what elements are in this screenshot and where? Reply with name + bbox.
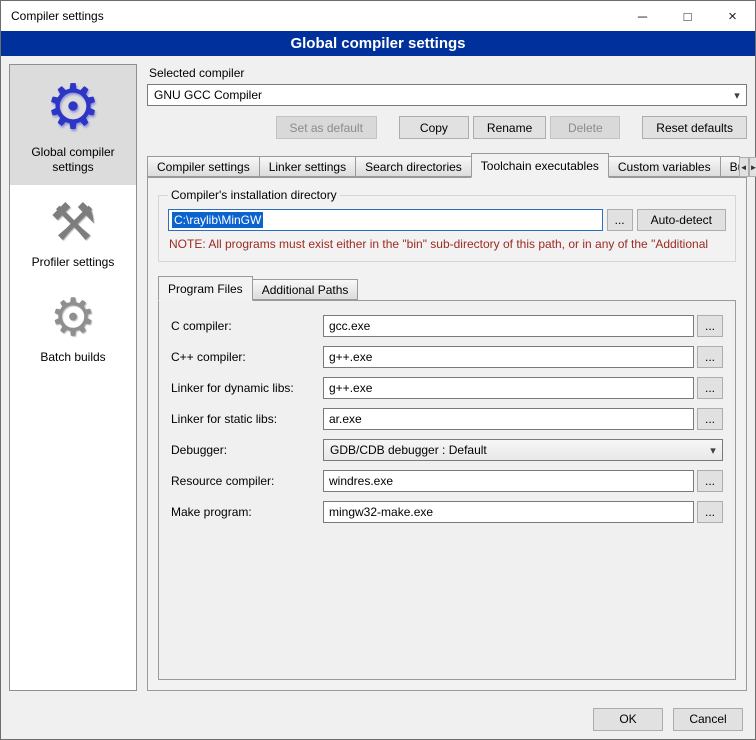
installation-directory-group-title: Compiler's installation directory [168, 188, 340, 202]
program-row: Debugger: GDB/CDB debugger : Default ▾ [171, 439, 723, 461]
dialog-footer: OK Cancel [1, 699, 755, 739]
dialog-body: ⚙ Global compiler settings ⚒ Profiler se… [1, 56, 755, 699]
installation-directory-browse-button[interactable]: ... [607, 209, 633, 231]
linker-static-label: Linker for static libs: [171, 412, 323, 426]
delete-button: Delete [550, 116, 620, 139]
linker-dynamic-browse-button[interactable]: ... [697, 377, 723, 399]
compiler-settings-dialog: Compiler settings ─ □ × Global compiler … [0, 0, 756, 740]
maximize-button[interactable]: □ [665, 1, 710, 31]
window-title: Compiler settings [1, 9, 620, 23]
ok-button[interactable]: OK [593, 708, 663, 731]
sidebar-item-label: Global compiler settings [13, 145, 133, 175]
cpp-compiler-browse-button[interactable]: ... [697, 346, 723, 368]
bin-subdirectory-note: NOTE: All programs must exist either in … [169, 237, 725, 251]
compiler-actions: Set as default Copy Rename Delete Reset … [147, 116, 747, 139]
program-files-panel: C compiler: ... C++ compiler: ... Linker… [158, 300, 736, 680]
close-button[interactable]: × [710, 1, 755, 31]
program-row: C compiler: ... [171, 315, 723, 337]
reset-defaults-button[interactable]: Reset defaults [642, 116, 747, 139]
installation-directory-selected-text: C:\raylib\MinGW [172, 212, 263, 228]
subtab-additional-paths[interactable]: Additional Paths [252, 279, 359, 300]
selected-compiler-label: Selected compiler [149, 66, 747, 80]
compiler-settings-tabs: Compiler settings Linker settings Search… [147, 153, 747, 177]
resource-compiler-label: Resource compiler: [171, 474, 323, 488]
tab-search-directories[interactable]: Search directories [355, 156, 472, 177]
sidebar-item-batch-builds[interactable]: ⚙ Batch builds [10, 280, 136, 375]
titlebar: Compiler settings ─ □ × [1, 1, 755, 31]
selected-compiler-value: GNU GCC Compiler [148, 88, 728, 102]
tab-scroll-right-button[interactable]: ► [749, 157, 756, 177]
tab-build-options-truncated[interactable]: Buil [720, 156, 740, 177]
minimize-button[interactable]: ─ [620, 1, 665, 31]
c-compiler-label: C compiler: [171, 319, 323, 333]
debugger-dropdown[interactable]: GDB/CDB debugger : Default ▾ [323, 439, 723, 461]
program-row: Make program: ... [171, 501, 723, 523]
page-title: Global compiler settings [1, 31, 755, 56]
gears-gray-icon: ⚙ [50, 292, 97, 344]
cancel-button[interactable]: Cancel [673, 708, 743, 731]
c-compiler-browse-button[interactable]: ... [697, 315, 723, 337]
program-row: Linker for dynamic libs: ... [171, 377, 723, 399]
sidebar-item-global-compiler-settings[interactable]: ⚙ Global compiler settings [10, 65, 136, 185]
cpp-compiler-input[interactable] [323, 346, 694, 368]
profiler-tools-icon: ⚒ [50, 197, 97, 249]
gear-blue-icon: ⚙ [45, 77, 101, 139]
linker-static-input[interactable] [323, 408, 694, 430]
debugger-value: GDB/CDB debugger : Default [324, 443, 704, 457]
tab-linker-settings[interactable]: Linker settings [259, 156, 356, 177]
cpp-compiler-label: C++ compiler: [171, 350, 323, 364]
sidebar-item-label: Batch builds [40, 350, 105, 365]
linker-dynamic-label: Linker for dynamic libs: [171, 381, 323, 395]
resource-compiler-browse-button[interactable]: ... [697, 470, 723, 492]
sidebar-item-label: Profiler settings [32, 255, 115, 270]
main-panel: Selected compiler GNU GCC Compiler ▾ Set… [147, 64, 747, 691]
copy-button[interactable]: Copy [399, 116, 469, 139]
sidebar-item-profiler-settings[interactable]: ⚒ Profiler settings [10, 185, 136, 280]
resource-compiler-input[interactable] [323, 470, 694, 492]
tab-scroll-left-button[interactable]: ◄ [739, 157, 749, 177]
make-program-label: Make program: [171, 505, 323, 519]
linker-dynamic-input[interactable] [323, 377, 694, 399]
linker-static-browse-button[interactable]: ... [697, 408, 723, 430]
make-program-input[interactable] [323, 501, 694, 523]
chevron-down-icon: ▾ [704, 444, 722, 457]
settings-category-list: ⚙ Global compiler settings ⚒ Profiler se… [9, 64, 137, 691]
program-row: C++ compiler: ... [171, 346, 723, 368]
program-subtabs: Program Files Additional Paths [158, 276, 736, 300]
selected-compiler-dropdown[interactable]: GNU GCC Compiler ▾ [147, 84, 747, 106]
tab-toolchain-executables[interactable]: Toolchain executables [471, 153, 609, 178]
installation-directory-group: Compiler's installation directory C:\ray… [158, 188, 736, 262]
installation-directory-row: C:\raylib\MinGW ... Auto-detect [168, 209, 726, 231]
program-row: Linker for static libs: ... [171, 408, 723, 430]
tab-custom-variables[interactable]: Custom variables [608, 156, 721, 177]
set-as-default-button: Set as default [276, 116, 377, 139]
auto-detect-button[interactable]: Auto-detect [637, 209, 726, 231]
c-compiler-input[interactable] [323, 315, 694, 337]
chevron-down-icon: ▾ [728, 89, 746, 102]
tab-compiler-settings[interactable]: Compiler settings [147, 156, 260, 177]
debugger-label: Debugger: [171, 443, 323, 457]
program-row: Resource compiler: ... [171, 470, 723, 492]
rename-button[interactable]: Rename [473, 116, 546, 139]
make-program-browse-button[interactable]: ... [697, 501, 723, 523]
installation-directory-input[interactable]: C:\raylib\MinGW [168, 209, 603, 231]
subtab-program-files[interactable]: Program Files [158, 276, 253, 301]
toolchain-executables-panel: Compiler's installation directory C:\ray… [147, 177, 747, 691]
